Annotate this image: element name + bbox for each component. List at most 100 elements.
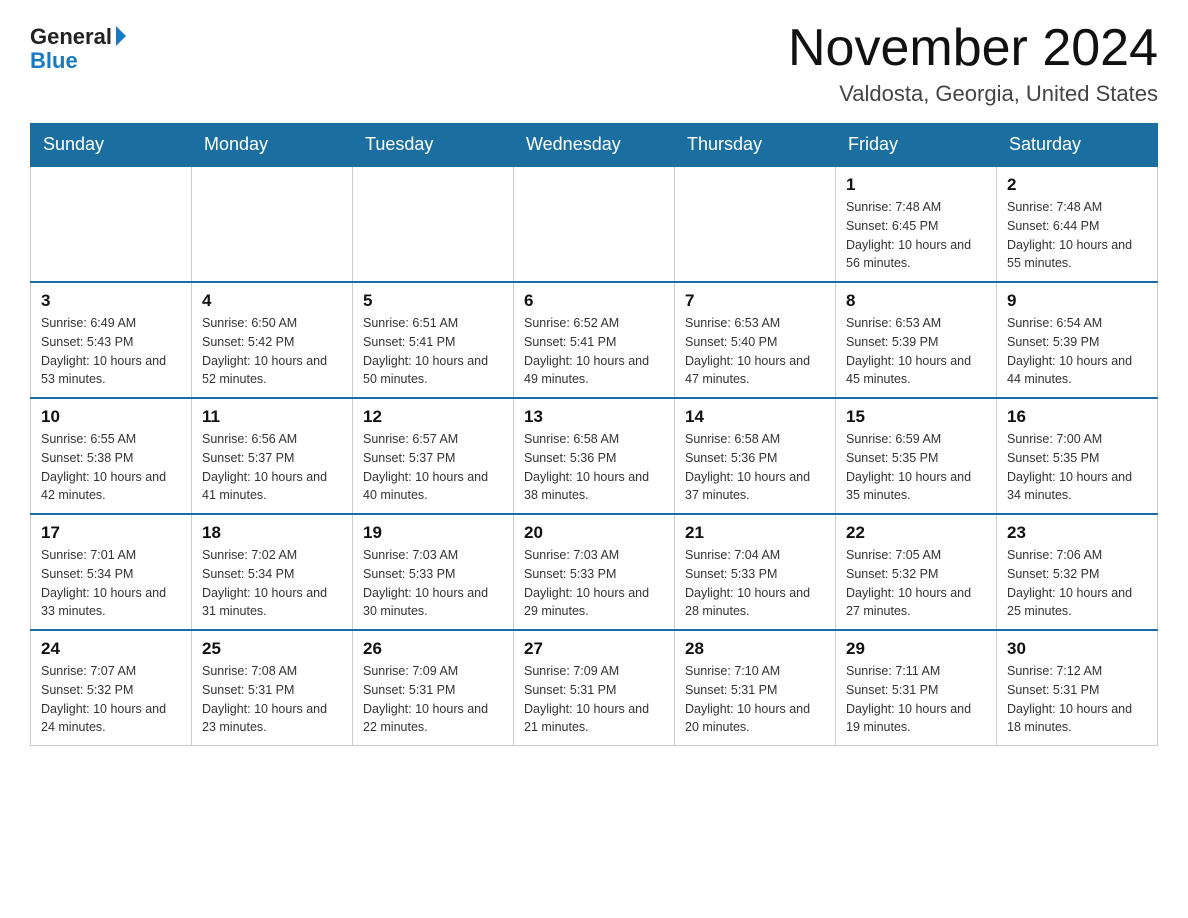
- calendar-cell: 23 Sunrise: 7:06 AMSunset: 5:32 PMDayligh…: [997, 514, 1158, 630]
- logo-triangle-icon: [116, 26, 126, 46]
- day-number: 16: [1007, 407, 1147, 427]
- day-info: Sunrise: 6:58 AMSunset: 5:36 PMDaylight:…: [524, 430, 664, 505]
- calendar-cell: 1 Sunrise: 7:48 AMSunset: 6:45 PMDaylight…: [836, 166, 997, 282]
- day-number: 22: [846, 523, 986, 543]
- day-number: 28: [685, 639, 825, 659]
- day-of-week-header: Monday: [192, 124, 353, 167]
- calendar-cell: [192, 166, 353, 282]
- calendar-table: SundayMondayTuesdayWednesdayThursdayFrid…: [30, 123, 1158, 746]
- day-number: 14: [685, 407, 825, 427]
- calendar-cell: 26 Sunrise: 7:09 AMSunset: 5:31 PMDayligh…: [353, 630, 514, 746]
- calendar-cell: 19 Sunrise: 7:03 AMSunset: 5:33 PMDayligh…: [353, 514, 514, 630]
- day-of-week-header: Friday: [836, 124, 997, 167]
- day-number: 13: [524, 407, 664, 427]
- day-info: Sunrise: 6:49 AMSunset: 5:43 PMDaylight:…: [41, 314, 181, 389]
- day-info: Sunrise: 7:02 AMSunset: 5:34 PMDaylight:…: [202, 546, 342, 621]
- calendar-cell: 17 Sunrise: 7:01 AMSunset: 5:34 PMDayligh…: [31, 514, 192, 630]
- day-number: 18: [202, 523, 342, 543]
- calendar-cell: 27 Sunrise: 7:09 AMSunset: 5:31 PMDayligh…: [514, 630, 675, 746]
- day-info: Sunrise: 7:01 AMSunset: 5:34 PMDaylight:…: [41, 546, 181, 621]
- day-number: 17: [41, 523, 181, 543]
- day-info: Sunrise: 6:52 AMSunset: 5:41 PMDaylight:…: [524, 314, 664, 389]
- day-number: 29: [846, 639, 986, 659]
- calendar-cell: [675, 166, 836, 282]
- calendar-cell: 7 Sunrise: 6:53 AMSunset: 5:40 PMDaylight…: [675, 282, 836, 398]
- day-number: 19: [363, 523, 503, 543]
- title-block: November 2024 Valdosta, Georgia, United …: [788, 20, 1158, 107]
- day-of-week-header: Wednesday: [514, 124, 675, 167]
- day-number: 26: [363, 639, 503, 659]
- day-number: 21: [685, 523, 825, 543]
- day-number: 30: [1007, 639, 1147, 659]
- day-info: Sunrise: 6:55 AMSunset: 5:38 PMDaylight:…: [41, 430, 181, 505]
- calendar-cell: 6Sunrise: 6:52 AMSunset: 5:41 PMDaylight…: [514, 282, 675, 398]
- day-number: 1: [846, 175, 986, 195]
- day-info: Sunrise: 7:03 AMSunset: 5:33 PMDaylight:…: [524, 546, 664, 621]
- calendar-cell: 21 Sunrise: 7:04 AMSunset: 5:33 PMDayligh…: [675, 514, 836, 630]
- day-info: Sunrise: 6:50 AMSunset: 5:42 PMDaylight:…: [202, 314, 342, 389]
- day-info: Sunrise: 7:48 AMSunset: 6:44 PMDaylight:…: [1007, 198, 1147, 273]
- calendar-cell: [31, 166, 192, 282]
- location-subtitle: Valdosta, Georgia, United States: [788, 81, 1158, 107]
- day-info: Sunrise: 6:54 AMSunset: 5:39 PMDaylight:…: [1007, 314, 1147, 389]
- calendar-cell: 14 Sunrise: 6:58 AMSunset: 5:36 PMDayligh…: [675, 398, 836, 514]
- day-number: 4: [202, 291, 342, 311]
- day-info: Sunrise: 6:53 AMSunset: 5:39 PMDaylight:…: [846, 314, 986, 389]
- day-info: Sunrise: 7:06 AMSunset: 5:32 PMDaylight:…: [1007, 546, 1147, 621]
- calendar-cell: 10 Sunrise: 6:55 AMSunset: 5:38 PMDayligh…: [31, 398, 192, 514]
- day-info: Sunrise: 6:58 AMSunset: 5:36 PMDaylight:…: [685, 430, 825, 505]
- calendar-header-row: SundayMondayTuesdayWednesdayThursdayFrid…: [31, 124, 1158, 167]
- logo-general-text: General: [30, 26, 112, 48]
- day-number: 10: [41, 407, 181, 427]
- calendar-cell: 24Sunrise: 7:07 AMSunset: 5:32 PMDayligh…: [31, 630, 192, 746]
- day-number: 25: [202, 639, 342, 659]
- calendar-cell: 20 Sunrise: 7:03 AMSunset: 5:33 PMDayligh…: [514, 514, 675, 630]
- calendar-cell: 29 Sunrise: 7:11 AMSunset: 5:31 PMDayligh…: [836, 630, 997, 746]
- day-info: Sunrise: 7:05 AMSunset: 5:32 PMDaylight:…: [846, 546, 986, 621]
- day-number: 12: [363, 407, 503, 427]
- day-number: 15: [846, 407, 986, 427]
- calendar-cell: [514, 166, 675, 282]
- day-info: Sunrise: 7:04 AMSunset: 5:33 PMDaylight:…: [685, 546, 825, 621]
- day-number: 20: [524, 523, 664, 543]
- day-number: 27: [524, 639, 664, 659]
- logo-blue-text: Blue: [30, 48, 78, 74]
- calendar-week-row: 17 Sunrise: 7:01 AMSunset: 5:34 PMDayligh…: [31, 514, 1158, 630]
- calendar-week-row: 10 Sunrise: 6:55 AMSunset: 5:38 PMDayligh…: [31, 398, 1158, 514]
- calendar-cell: 15 Sunrise: 6:59 AMSunset: 5:35 PMDayligh…: [836, 398, 997, 514]
- day-number: 7: [685, 291, 825, 311]
- calendar-cell: 9 Sunrise: 6:54 AMSunset: 5:39 PMDaylight…: [997, 282, 1158, 398]
- month-year-title: November 2024: [788, 20, 1158, 77]
- day-of-week-header: Tuesday: [353, 124, 514, 167]
- day-of-week-header: Saturday: [997, 124, 1158, 167]
- calendar-week-row: 3 Sunrise: 6:49 AMSunset: 5:43 PMDaylight…: [31, 282, 1158, 398]
- day-number: 11: [202, 407, 342, 427]
- calendar-week-row: 24Sunrise: 7:07 AMSunset: 5:32 PMDayligh…: [31, 630, 1158, 746]
- day-of-week-header: Sunday: [31, 124, 192, 167]
- calendar-cell: 12Sunrise: 6:57 AMSunset: 5:37 PMDayligh…: [353, 398, 514, 514]
- day-info: Sunrise: 7:10 AMSunset: 5:31 PMDaylight:…: [685, 662, 825, 737]
- calendar-cell: 13 Sunrise: 6:58 AMSunset: 5:36 PMDayligh…: [514, 398, 675, 514]
- day-number: 3: [41, 291, 181, 311]
- day-number: 23: [1007, 523, 1147, 543]
- calendar-week-row: 1 Sunrise: 7:48 AMSunset: 6:45 PMDaylight…: [31, 166, 1158, 282]
- page-header: General Blue November 2024 Valdosta, Geo…: [30, 20, 1158, 107]
- day-info: Sunrise: 7:09 AMSunset: 5:31 PMDaylight:…: [363, 662, 503, 737]
- day-info: Sunrise: 7:11 AMSunset: 5:31 PMDaylight:…: [846, 662, 986, 737]
- calendar-cell: 8 Sunrise: 6:53 AMSunset: 5:39 PMDaylight…: [836, 282, 997, 398]
- day-info: Sunrise: 6:51 AMSunset: 5:41 PMDaylight:…: [363, 314, 503, 389]
- day-number: 2: [1007, 175, 1147, 195]
- day-info: Sunrise: 6:56 AMSunset: 5:37 PMDaylight:…: [202, 430, 342, 505]
- day-number: 8: [846, 291, 986, 311]
- day-info: Sunrise: 7:48 AMSunset: 6:45 PMDaylight:…: [846, 198, 986, 273]
- day-info: Sunrise: 6:59 AMSunset: 5:35 PMDaylight:…: [846, 430, 986, 505]
- day-number: 9: [1007, 291, 1147, 311]
- day-info: Sunrise: 7:03 AMSunset: 5:33 PMDaylight:…: [363, 546, 503, 621]
- calendar-cell: 11 Sunrise: 6:56 AMSunset: 5:37 PMDayligh…: [192, 398, 353, 514]
- calendar-cell: 22 Sunrise: 7:05 AMSunset: 5:32 PMDayligh…: [836, 514, 997, 630]
- day-info: Sunrise: 6:53 AMSunset: 5:40 PMDaylight:…: [685, 314, 825, 389]
- logo: General Blue: [30, 26, 126, 74]
- day-number: 5: [363, 291, 503, 311]
- calendar-cell: 28 Sunrise: 7:10 AMSunset: 5:31 PMDayligh…: [675, 630, 836, 746]
- day-info: Sunrise: 7:09 AMSunset: 5:31 PMDaylight:…: [524, 662, 664, 737]
